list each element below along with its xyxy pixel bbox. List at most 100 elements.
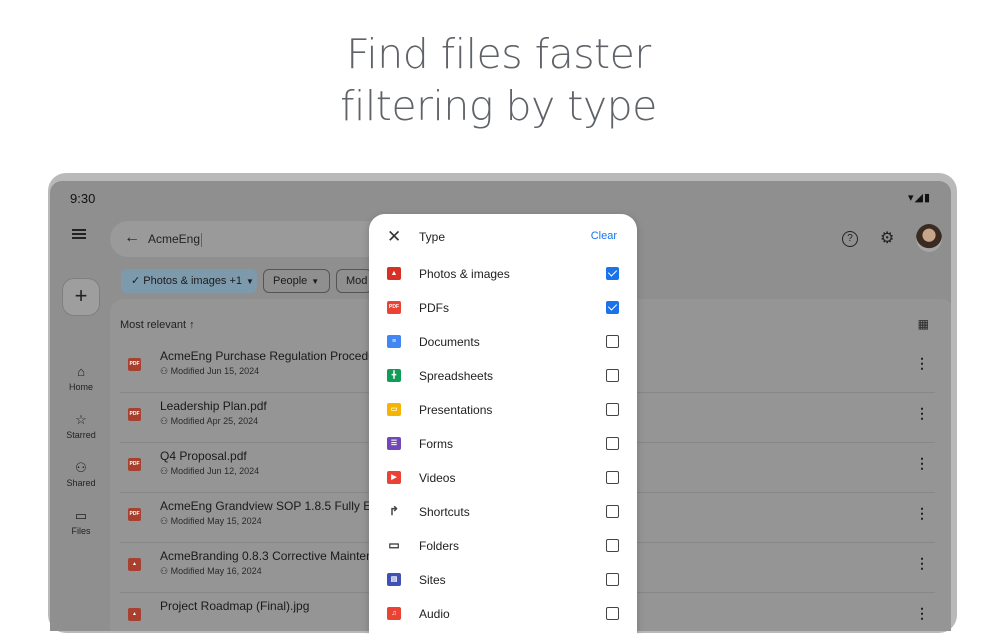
checkbox-forms[interactable]: [606, 437, 619, 450]
nav-home-label: Home: [68, 382, 93, 392]
chip-photos-images[interactable]: ✓ Photos & images +1 ▼: [121, 269, 257, 293]
avatar[interactable]: [916, 224, 942, 252]
type-option-presentations[interactable]: ▭ Presentations: [369, 394, 637, 428]
checkbox-audio[interactable]: [606, 607, 619, 620]
nav-files[interactable]: ▭ Files: [50, 508, 112, 536]
shared-icon: ⚇: [160, 416, 171, 426]
type-option-shortcuts[interactable]: ↱ Shortcuts: [369, 496, 637, 530]
sort-button[interactable]: Most relevant ↑: [120, 319, 195, 331]
clear-button[interactable]: Clear: [591, 230, 617, 242]
file-modified: Modified Apr 25, 2024: [170, 416, 259, 426]
pdf-icon: PDF: [128, 508, 141, 521]
check-icon: ✓: [131, 275, 144, 287]
status-icons: ▾◢▮: [908, 191, 931, 204]
more-vert-icon[interactable]: ⋮: [915, 405, 929, 422]
checkbox-documents[interactable]: [606, 335, 619, 348]
pdf-icon: PDF: [128, 408, 141, 421]
chip-modified-label: Mod: [346, 275, 368, 287]
text-cursor: [201, 232, 203, 247]
spreadsheet-icon: ╋: [387, 369, 401, 382]
panel-title: Type: [419, 230, 446, 244]
file-modified: Modified Jun 12, 2024: [170, 466, 260, 476]
checkbox-spreadsheets[interactable]: [606, 369, 619, 382]
file-meta: ⚇ Modified Jun 15, 2024: [160, 366, 259, 377]
headline: Find files faster filtering by type: [0, 28, 997, 132]
nav-starred-label: Starred: [66, 430, 96, 440]
type-label: Documents: [419, 335, 480, 349]
image-icon: ▲: [128, 558, 141, 571]
chip-people[interactable]: People ▼: [263, 269, 330, 293]
checkbox-folders[interactable]: [606, 539, 619, 552]
nav-shared[interactable]: ⚇ Shared: [50, 460, 112, 488]
video-icon: ▶: [387, 471, 401, 484]
more-vert-icon[interactable]: ⋮: [915, 555, 929, 572]
folder-icon: ▭: [74, 508, 88, 523]
help-icon[interactable]: ?: [842, 231, 858, 247]
type-option-folders[interactable]: ▭ Folders: [369, 530, 637, 564]
forms-icon: ☰: [387, 437, 401, 450]
type-option-photos[interactable]: ▲ Photos & images: [369, 258, 637, 292]
gear-icon[interactable]: ⚙: [880, 228, 894, 248]
type-option-forms[interactable]: ☰ Forms: [369, 428, 637, 462]
photo-icon: ▲: [387, 267, 401, 280]
search-input[interactable]: AcmeEng: [148, 232, 203, 247]
pdf-icon: PDF: [387, 301, 401, 314]
document-icon: ≡: [387, 335, 401, 348]
checkbox-sites[interactable]: [606, 573, 619, 586]
file-modified: Modified May 16, 2024: [170, 566, 262, 576]
folder-icon: ▭: [388, 538, 400, 552]
file-name: AcmeBranding 0.8.3 Corrective Maintena: [160, 549, 380, 563]
type-label: Sites: [419, 573, 446, 587]
headline-line-2: filtering by type: [340, 82, 657, 130]
type-option-documents[interactable]: ≡ Documents: [369, 326, 637, 360]
more-vert-icon[interactable]: ⋮: [915, 355, 929, 372]
new-button[interactable]: +: [62, 278, 100, 316]
sort-label: Most relevant: [120, 319, 187, 331]
checkbox-pdfs[interactable]: [606, 301, 619, 314]
type-filter-panel: ✕ Type Clear ▲ Photos & images PDF PDFs …: [369, 214, 637, 634]
file-modified: Modified Jun 15, 2024: [170, 366, 260, 376]
image-icon: ▲: [128, 608, 141, 621]
nav-home[interactable]: ⌂ Home: [50, 364, 112, 392]
battery-icon: ▮: [923, 192, 931, 204]
file-meta: ⚇ Modified Jun 12, 2024: [160, 466, 259, 477]
back-arrow-icon[interactable]: ←: [124, 229, 140, 247]
search-bar[interactable]: ← AcmeEng: [110, 221, 390, 257]
type-label: Spreadsheets: [419, 369, 494, 383]
shared-icon: ⚇: [75, 460, 87, 475]
menu-icon[interactable]: [72, 229, 86, 239]
more-vert-icon[interactable]: ⋮: [915, 455, 929, 472]
checkbox-presentations[interactable]: [606, 403, 619, 416]
grid-view-icon[interactable]: ▦: [918, 317, 929, 331]
nav-starred[interactable]: ☆ Starred: [50, 412, 112, 440]
type-option-videos[interactable]: ▶ Videos: [369, 462, 637, 496]
type-label: Shortcuts: [419, 505, 470, 519]
star-icon: ☆: [75, 412, 87, 427]
file-name: Q4 Proposal.pdf: [160, 449, 247, 463]
type-option-pdfs[interactable]: PDF PDFs: [369, 292, 637, 326]
file-name: Leadership Plan.pdf: [160, 399, 267, 413]
status-time: 9:30: [70, 191, 96, 206]
checkbox-photos[interactable]: [606, 267, 619, 280]
type-label: Folders: [419, 539, 460, 553]
sites-icon: ▤: [387, 573, 401, 586]
file-name: Project Roadmap (Final).jpg: [160, 599, 310, 613]
chip-modified[interactable]: Mod: [336, 269, 372, 293]
more-vert-icon[interactable]: ⋮: [915, 605, 929, 622]
headline-line-1: Find files faster: [346, 30, 651, 78]
type-option-sites[interactable]: ▤ Sites: [369, 564, 637, 598]
more-vert-icon[interactable]: ⋮: [915, 505, 929, 522]
shared-icon: ⚇: [160, 516, 171, 526]
file-meta: ⚇ Modified May 15, 2024: [160, 516, 262, 527]
audio-icon: ♫: [387, 607, 401, 620]
checkbox-shortcuts[interactable]: [606, 505, 619, 518]
close-icon[interactable]: ✕: [387, 227, 401, 247]
chevron-down-icon: ▼: [311, 277, 320, 286]
type-option-spreadsheets[interactable]: ╋ Spreadsheets: [369, 360, 637, 394]
type-label: Photos & images: [419, 267, 510, 281]
type-label: Presentations: [419, 403, 493, 417]
type-option-audio[interactable]: ♫ Audio: [369, 598, 637, 632]
nav-shared-label: Shared: [66, 478, 96, 488]
shortcut-icon: ↱: [388, 504, 400, 518]
checkbox-videos[interactable]: [606, 471, 619, 484]
